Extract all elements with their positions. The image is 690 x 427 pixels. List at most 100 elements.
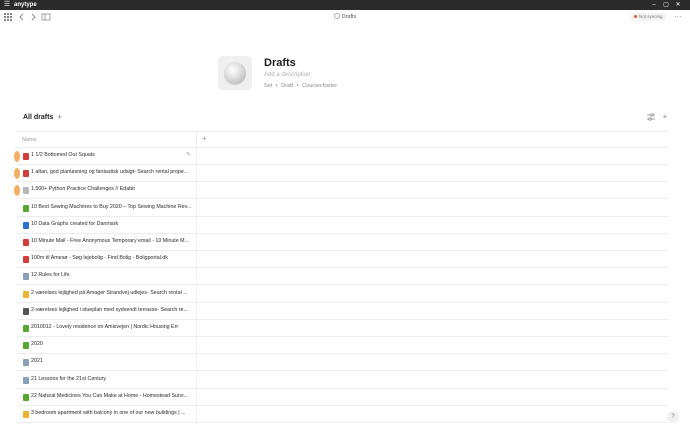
row-name[interactable]: 2 værelses lejlighed på Amager Strandvej…: [31, 290, 195, 296]
table-row[interactable]: 2021: [17, 354, 668, 372]
table-row[interactable]: 10 Minute Mail - Free Anonymous Temporar…: [17, 234, 668, 251]
column-divider: [196, 216, 197, 233]
table-row[interactable]: 2-værelses lejlighed i stueplan med sydv…: [17, 302, 668, 320]
status-dot-icon: [634, 15, 637, 18]
page-icon: [23, 153, 29, 160]
page-icon: [23, 376, 29, 384]
sphere-icon: [224, 62, 246, 84]
os-title-bar: ☰ anytype – ▢ ✕: [0, 0, 690, 10]
row-name[interactable]: 21 Lessons for the 21st Century: [31, 376, 195, 382]
more-menu-icon[interactable]: ···: [672, 12, 684, 22]
column-divider: [196, 354, 197, 371]
page-title[interactable]: Drafts: [264, 57, 296, 69]
column-divider: [196, 320, 197, 336]
table-row[interactable]: 22 Natural Medicines You Can Make at Hom…: [17, 388, 668, 406]
column-divider: [196, 165, 197, 182]
row-name[interactable]: 22 Natural Medicines You Can Make at Hom…: [31, 393, 195, 399]
row-name[interactable]: 1,500+ Python Practice Challenges // Eda…: [31, 186, 195, 192]
table-row[interactable]: 2010012 - Lovely residence on Amisvejen …: [17, 320, 668, 337]
column-divider: [196, 388, 197, 405]
help-button[interactable]: ?: [667, 411, 679, 423]
edit-pencil-icon[interactable]: ✎: [186, 151, 191, 158]
column-divider: [196, 302, 197, 319]
meta-separator: •: [296, 83, 299, 89]
row-name[interactable]: 10 Minute Mail - Free Anonymous Temporar…: [31, 238, 195, 244]
row-name[interactable]: 3 bedroom apartment with balcony in one …: [31, 410, 195, 416]
table-row[interactable]: 10 Best Sewing Machines to Buy 2020 – To…: [17, 199, 668, 217]
page-icon: [23, 359, 29, 367]
page-icon: [23, 187, 29, 195]
selection-marker: [14, 168, 20, 179]
row-name[interactable]: 2020: [31, 341, 195, 347]
column-divider: [196, 285, 197, 302]
page-icon: [23, 325, 29, 332]
hamburger-menu-icon[interactable]: ☰: [0, 0, 14, 10]
column-divider: [196, 234, 197, 250]
column-divider: [196, 148, 197, 164]
page-icon: [23, 411, 29, 418]
table-row[interactable]: 1 1/2 Bottomed Out Squats ✎: [17, 148, 668, 165]
column-divider: [196, 406, 197, 422]
row-name[interactable]: 12 Rules for Life: [31, 272, 195, 278]
object-icon[interactable]: [218, 56, 252, 90]
sync-status-text: Not syncing: [639, 14, 663, 19]
table-row[interactable]: 12 Rules for Life: [17, 268, 668, 286]
drafts-set-icon: [333, 13, 340, 19]
page-icon: [23, 170, 29, 178]
object-meta: Set • Draft • Coursecharter: [264, 83, 339, 89]
row-name[interactable]: 1 altan, god planløsning og fantastisk u…: [31, 169, 195, 175]
row-name[interactable]: 2-værelses lejlighed i stueplan med sydv…: [31, 307, 195, 313]
row-name[interactable]: 2021: [31, 358, 195, 364]
row-name[interactable]: 100m til Amesø - Søg lejebolig - Find Bo…: [31, 255, 195, 261]
maximize-button[interactable]: ▢: [660, 0, 672, 10]
row-name[interactable]: 10 Best Sewing Machines to Buy 2020 – To…: [31, 204, 195, 210]
row-name[interactable]: 2010012 - Lovely residence on Amisvejen …: [31, 324, 195, 330]
page-icon: [23, 221, 29, 229]
column-divider[interactable]: [196, 132, 197, 148]
view-settings-icon[interactable]: [646, 112, 656, 124]
selection-marker: [14, 151, 20, 162]
page-icon: [23, 239, 29, 246]
table-row[interactable]: 10 Data Graphs created for Danmark: [17, 216, 668, 234]
page-icon: [23, 342, 29, 350]
page-icon: [23, 307, 29, 315]
column-header-name[interactable]: Name: [22, 137, 37, 143]
add-object-button[interactable]: +: [660, 112, 670, 121]
row-name[interactable]: 10 Data Graphs created for Danmark: [31, 221, 195, 227]
column-divider: [196, 268, 197, 285]
table-row[interactable]: 1 altan, god planløsning og fantastisk u…: [17, 165, 668, 183]
page-icon: [23, 393, 29, 401]
page-icon: [23, 273, 29, 281]
minimize-button[interactable]: –: [648, 0, 660, 10]
add-column-button[interactable]: +: [202, 134, 207, 143]
breadcrumb-title: Drafts: [341, 14, 357, 20]
row-name[interactable]: 1 1/2 Bottomed Out Squats: [31, 152, 195, 158]
column-divider: [196, 182, 197, 199]
meta-creator[interactable]: Coursecharter: [302, 83, 337, 89]
description-field[interactable]: Add a description: [264, 72, 310, 78]
table-row[interactable]: 2020: [17, 337, 668, 355]
meta-object-type[interactable]: Draft: [281, 83, 293, 89]
sync-status-badge[interactable]: Not syncing: [631, 13, 666, 21]
table-row[interactable]: 1,500+ Python Practice Challenges // Eda…: [17, 182, 668, 200]
table-row[interactable]: 3 bedroom apartment with balcony in one …: [17, 406, 668, 423]
table-row[interactable]: 21 Lessons for the 21st Century: [17, 371, 668, 389]
view-title[interactable]: All drafts: [23, 114, 53, 121]
table-row[interactable]: 100m til Amesø - Søg lejebolig - Find Bo…: [17, 251, 668, 269]
app-name: anytype: [14, 2, 37, 8]
close-button[interactable]: ✕: [672, 0, 684, 10]
meta-type[interactable]: Set: [264, 83, 272, 89]
table-header: Name +: [17, 131, 668, 148]
table-row[interactable]: 2 værelses lejlighed på Amager Strandvej…: [17, 285, 668, 303]
page-icon: [23, 204, 29, 212]
column-divider: [196, 337, 197, 354]
page-icon: [23, 290, 29, 298]
breadcrumb[interactable]: Drafts: [0, 12, 690, 22]
column-divider: [196, 199, 197, 216]
column-divider: [196, 251, 197, 268]
column-divider: [196, 371, 197, 388]
meta-separator: •: [275, 83, 278, 89]
selection-marker: [14, 185, 20, 196]
page-icon: [23, 256, 29, 264]
add-view-button[interactable]: +: [57, 112, 62, 122]
